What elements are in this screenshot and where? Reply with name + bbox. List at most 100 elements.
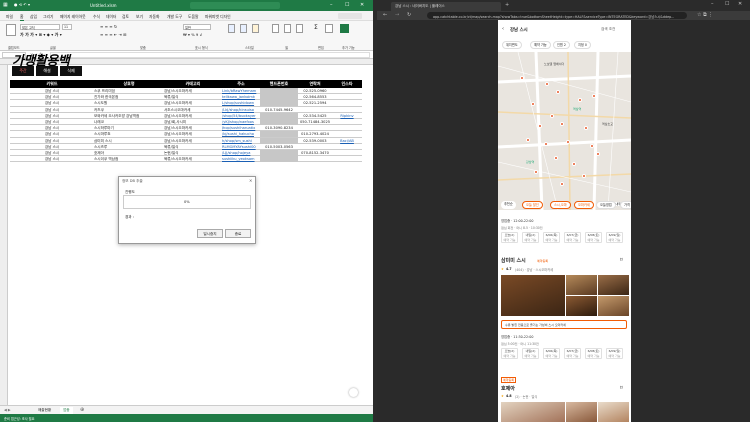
chip-open-today[interactable]: 오늘영업 bbox=[596, 201, 616, 209]
map-pin[interactable] bbox=[544, 142, 548, 146]
formula-input[interactable] bbox=[50, 52, 370, 58]
browser-tab[interactable]: 강남 스시 : 네이버지도 | 플레이스 bbox=[391, 2, 501, 11]
cell-mobile[interactable] bbox=[260, 137, 298, 144]
map-pin[interactable] bbox=[566, 140, 570, 144]
cell-mobile[interactable] bbox=[260, 100, 298, 107]
cell-phone[interactable]: 02-525-0960 bbox=[298, 88, 332, 94]
time-slot[interactable]: 6/09(일) 예약 가능 bbox=[606, 348, 623, 359]
sort-chip[interactable]: 추천순 bbox=[501, 201, 516, 209]
cell-mobile[interactable] bbox=[260, 94, 298, 101]
filter-chip-bookable[interactable]: 예약 가능 bbox=[530, 41, 551, 49]
cell-keyword[interactable]: 강남 스시 bbox=[10, 113, 94, 119]
map-pin[interactable] bbox=[578, 98, 582, 102]
map-pin[interactable] bbox=[550, 114, 554, 118]
entry2-bookmark-icon[interactable]: ⌑ bbox=[620, 257, 623, 263]
cell-address[interactable]: Jhop/sushiharuatix bbox=[222, 125, 260, 131]
map-pin[interactable] bbox=[592, 94, 596, 98]
cell-mobile[interactable] bbox=[260, 112, 298, 119]
time-slot[interactable]: 6/08(토) 예약 가능 bbox=[585, 348, 602, 359]
entry2-name[interactable]: 삼미미 스시 bbox=[501, 257, 526, 264]
cell-instagram[interactable] bbox=[332, 131, 362, 137]
cell-phone[interactable]: 02-564-8553 bbox=[298, 94, 332, 100]
cell-address[interactable]: /bj/sushi_hakucho bbox=[222, 131, 260, 137]
cell-phone[interactable] bbox=[298, 125, 332, 131]
cell-mobile[interactable]: 010-3090-8234 bbox=[260, 125, 298, 131]
forward-icon[interactable]: → bbox=[395, 12, 399, 18]
cell-name[interactable]: 스시도원 bbox=[94, 100, 164, 106]
address-bar[interactable]: app.catchtable.co.kr/ct/map/search-map?s… bbox=[427, 12, 687, 19]
map-pin[interactable] bbox=[572, 162, 576, 166]
cell-mobile[interactable] bbox=[260, 150, 298, 156]
cell-keyword[interactable]: 강남 스시 bbox=[10, 119, 94, 125]
align-buttons-2[interactable]: ≡ ≡ ≡ ⇤ ⇥ ⊞ bbox=[100, 32, 126, 37]
cell-phone[interactable]: 02-534-5425 bbox=[298, 113, 332, 119]
map-pin[interactable] bbox=[556, 90, 560, 94]
cell-mobile[interactable]: 010-5003-0563 bbox=[260, 144, 298, 150]
cell-address[interactable]: L/shop/sushidown bbox=[222, 100, 260, 106]
close-icon[interactable]: ✕ bbox=[360, 2, 364, 8]
cell-category[interactable]: 강남/스시오마카세 bbox=[164, 125, 222, 131]
chip-today-discount[interactable]: 오늘 할인 bbox=[522, 201, 543, 209]
minimize-icon[interactable]: – bbox=[330, 2, 333, 8]
time-slot[interactable]: 6/09(일) 예약 가능 bbox=[606, 232, 623, 243]
map-pin[interactable] bbox=[526, 138, 530, 142]
delete-cells-icon[interactable] bbox=[284, 24, 291, 33]
cell-name[interactable]: 스쿠 프리미엄 bbox=[94, 88, 164, 94]
entry2-photo-5[interactable] bbox=[598, 296, 629, 316]
autosum-icon[interactable]: Σ bbox=[314, 24, 318, 31]
add-ins-icon[interactable] bbox=[340, 24, 349, 33]
tab-delete[interactable]: 식제 bbox=[60, 66, 82, 76]
menu-data[interactable]: 데이터 bbox=[106, 14, 116, 20]
cell-keyword[interactable]: 강남 스시 bbox=[10, 131, 94, 137]
number-format-buttons[interactable]: ₩ ▾ % 9 ↲ bbox=[183, 32, 203, 37]
map-pin[interactable] bbox=[545, 82, 549, 86]
cell-phone[interactable]: 050-71484-3025 bbox=[298, 119, 332, 125]
cell-instagram[interactable] bbox=[332, 119, 362, 125]
cell-category[interactable]: 육류/스시오마카세 bbox=[164, 156, 222, 162]
cell-phone[interactable]: 02-521-2594 bbox=[298, 100, 332, 106]
browser-maximize-icon[interactable]: ☐ bbox=[725, 1, 729, 7]
pause-button[interactable]: 일시중지 bbox=[197, 229, 223, 238]
cell-mobile[interactable] bbox=[260, 131, 298, 138]
menu-insert[interactable]: 삽입 bbox=[30, 14, 37, 20]
cell-name[interactable]: 모와카세 오사카조방 강남역점 bbox=[94, 113, 164, 119]
maximize-icon[interactable]: ☐ bbox=[345, 2, 349, 8]
menu-help[interactable]: 도움말 bbox=[188, 14, 198, 20]
chip-omakase[interactable]: 오마카세 bbox=[574, 201, 594, 209]
map-pin[interactable] bbox=[554, 156, 558, 160]
cell-name[interactable]: 스시하루마기 bbox=[94, 125, 164, 131]
cell-phone[interactable] bbox=[298, 144, 332, 150]
map-pin[interactable] bbox=[534, 170, 538, 174]
cell-styles-icon[interactable] bbox=[252, 24, 259, 33]
cell-instagram[interactable] bbox=[332, 107, 362, 113]
search-query[interactable]: 강남 스시 bbox=[510, 27, 528, 33]
entry2-photo-1[interactable] bbox=[501, 275, 565, 316]
map-pin[interactable] bbox=[582, 174, 586, 178]
cell-instagram[interactable] bbox=[332, 100, 362, 106]
align-buttons[interactable]: ≡ ≡ ≡ ↻ bbox=[100, 24, 117, 29]
cell-instagram[interactable] bbox=[332, 144, 362, 150]
cell-instagram[interactable]: Baci/AB bbox=[332, 138, 362, 144]
sort-filter-icon[interactable] bbox=[325, 24, 333, 33]
tab-explain[interactable]: 해설 bbox=[36, 66, 58, 76]
filter-chip-spot[interactable]: 지정 0 bbox=[574, 41, 591, 49]
entry2-photo-4[interactable] bbox=[566, 296, 597, 316]
cell-instagram[interactable] bbox=[332, 125, 362, 131]
cell-mobile[interactable] bbox=[260, 156, 298, 163]
cell-name[interactable]: 나래코 bbox=[94, 119, 164, 125]
filter-chip-people[interactable]: 인원 2 bbox=[553, 41, 570, 49]
map-pin[interactable] bbox=[538, 124, 542, 128]
time-slot[interactable]: 6/08(토) 예약 가능 bbox=[585, 232, 602, 243]
entry3-photo-3[interactable] bbox=[598, 402, 629, 422]
format-cells-icon[interactable] bbox=[296, 24, 303, 33]
excel-search-box[interactable] bbox=[190, 2, 280, 9]
cell-address[interactable]: /shop/54/buokayer bbox=[222, 113, 260, 119]
chip-sushi-omakase[interactable]: 스시,오마 bbox=[550, 201, 571, 209]
menu-home[interactable]: 홈 bbox=[20, 14, 24, 21]
entry3-photo-1[interactable] bbox=[501, 402, 565, 422]
map-pin[interactable] bbox=[590, 144, 594, 148]
sheet-tab-sales[interactable]: 매출현황 bbox=[38, 408, 51, 413]
map-pin[interactable] bbox=[560, 122, 564, 126]
cell-keyword[interactable]: 강남 스시 bbox=[10, 100, 94, 106]
cell-phone[interactable]: 010-2793-4024 bbox=[298, 131, 332, 137]
